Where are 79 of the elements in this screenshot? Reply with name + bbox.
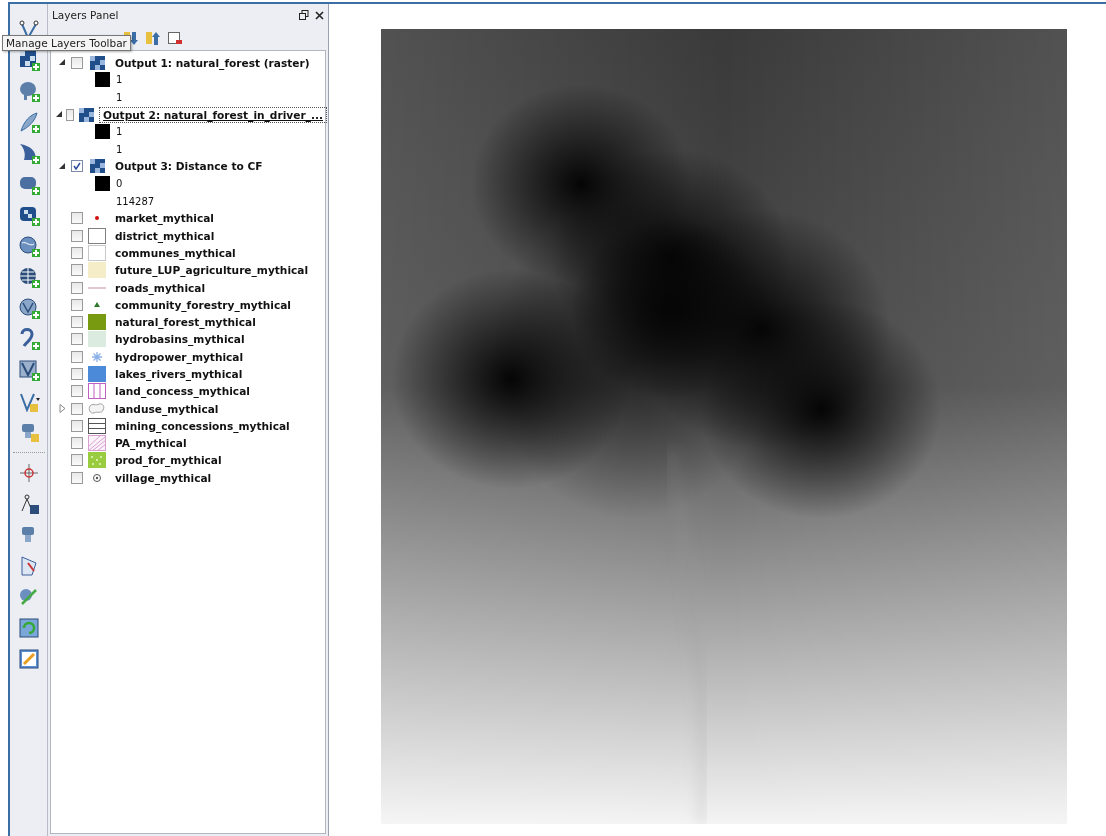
layer-name[interactable]: natural_forest_mythical: [113, 316, 258, 329]
layer-checkbox[interactable]: [65, 108, 75, 121]
legend-swatch: [95, 72, 110, 88]
feather-icon[interactable]: [17, 111, 40, 133]
close-icon[interactable]: [315, 10, 324, 20]
crosshair-icon[interactable]: [17, 462, 40, 484]
layer-symbol-icon: [88, 244, 106, 261]
wing-icon[interactable]: [17, 142, 40, 164]
table-refresh-icon[interactable]: [17, 617, 40, 639]
collapse-arrow-icon[interactable]: [58, 59, 66, 67]
collapse-arrow-icon[interactable]: [58, 162, 66, 170]
layer-checkbox[interactable]: [71, 281, 83, 294]
layer-name[interactable]: market_mythical: [113, 212, 216, 225]
legend-label: 0: [116, 178, 123, 190]
layer-checkbox[interactable]: [71, 264, 83, 277]
layer-symbol-icon: [92, 351, 102, 362]
layer-name[interactable]: community_forestry_mythical: [113, 298, 293, 311]
layer-symbol-icon: [88, 227, 106, 244]
layer-checkbox[interactable]: [71, 229, 83, 242]
raster-layer-icon: [89, 55, 105, 70]
layer-checkbox[interactable]: [71, 56, 83, 69]
move-up-icon[interactable]: [145, 30, 161, 46]
legend-label: 114287: [116, 195, 155, 207]
globe-icon[interactable]: [17, 235, 40, 257]
layer-checkbox[interactable]: [71, 316, 83, 329]
layer-symbol-icon: [88, 417, 106, 434]
layer-symbol-icon: [93, 473, 101, 482]
layer-checkbox[interactable]: [71, 298, 83, 311]
layer-name[interactable]: Output 1: natural_forest (raster): [113, 56, 312, 69]
tooltip: Manage Layers Toolbar: [2, 35, 131, 51]
raster-layer-icon: [89, 159, 105, 174]
layer-name[interactable]: Output 2: natural_forest_in_driver_...: [101, 108, 325, 121]
layer-checkbox[interactable]: [71, 212, 83, 225]
layer-checkbox[interactable]: [71, 160, 83, 173]
layer-checkbox[interactable]: [71, 385, 83, 398]
layer-checkbox[interactable]: [71, 333, 83, 346]
legend-label: 1: [116, 74, 123, 86]
layer-checkbox[interactable]: [71, 368, 83, 380]
layer-symbol-icon: [88, 435, 106, 452]
layer-name[interactable]: landuse_mythical: [113, 402, 221, 415]
legend-label: 1: [116, 91, 123, 103]
layer-symbol-icon: [88, 402, 106, 416]
float-icon[interactable]: [299, 10, 309, 20]
layer-name[interactable]: hydropower_mythical: [113, 350, 246, 363]
layer-checkbox[interactable]: [71, 419, 83, 432]
note-edit-icon[interactable]: [17, 648, 40, 670]
legend-label: 1: [116, 143, 123, 155]
layer-checkbox[interactable]: [71, 454, 83, 467]
layer-name[interactable]: mining_concessions_mythical: [113, 419, 292, 432]
layer-checkbox[interactable]: [71, 350, 83, 363]
layer-checkbox[interactable]: [71, 437, 83, 450]
layer-name[interactable]: land_concess_mythical: [113, 385, 252, 398]
legend-swatch: [95, 176, 110, 192]
layer-checkbox[interactable]: [71, 402, 83, 415]
checker-icon[interactable]: [17, 204, 40, 226]
layer-name[interactable]: village_mythical: [113, 471, 214, 484]
panel-title: Layers Panel: [52, 9, 119, 21]
globe-icon[interactable]: [17, 297, 40, 319]
layer-name[interactable]: roads_mythical: [113, 281, 208, 294]
layer-checkbox[interactable]: [71, 246, 83, 259]
layer-name[interactable]: communes_mythical: [113, 246, 238, 259]
layer-name[interactable]: PA_mythical: [113, 437, 189, 450]
layer-name[interactable]: future_LUP_agriculture_mythical: [113, 264, 311, 277]
layer-symbol-icon: [88, 383, 106, 400]
raster-layer-icon: [79, 107, 95, 122]
layer-name[interactable]: district_mythical: [113, 229, 217, 242]
legend-label: 1: [116, 126, 123, 138]
legend-swatch: [95, 124, 110, 140]
checker-icon[interactable]: [17, 49, 40, 71]
globe-icon[interactable]: [17, 266, 40, 288]
layer-name[interactable]: Output 3: Distance to CF: [113, 160, 265, 173]
layer-checkbox[interactable]: [71, 471, 83, 484]
expand-arrow-icon[interactable]: [58, 404, 66, 414]
layer-name[interactable]: lakes_rivers_mythical: [113, 368, 245, 380]
polygon-icon[interactable]: [17, 359, 40, 381]
remove-layer-icon[interactable]: [167, 30, 183, 46]
layer-name[interactable]: prod_for_mythical: [113, 454, 224, 467]
layer-name[interactable]: hydrobasins_mythical: [113, 333, 247, 346]
collapse-arrow-icon[interactable]: [55, 111, 63, 119]
